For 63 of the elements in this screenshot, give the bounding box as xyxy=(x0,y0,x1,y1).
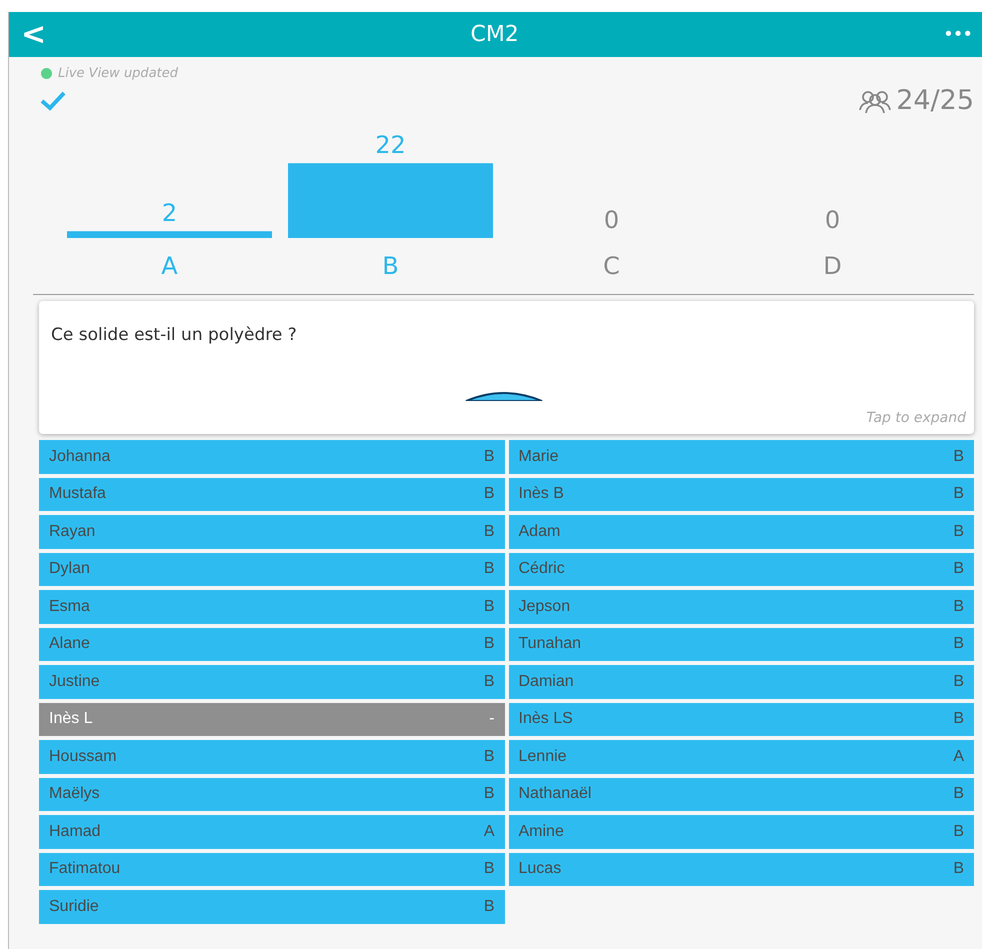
student-answer: B xyxy=(953,448,964,466)
student-name: Jepson xyxy=(518,598,570,616)
student-name: Tunahan xyxy=(518,635,582,654)
student-name: Dylan xyxy=(49,560,90,578)
question-text: Ce solide est-il un polyèdre ? xyxy=(50,324,298,345)
student-answer: B xyxy=(484,560,494,578)
student-answer: B xyxy=(484,748,494,766)
student-name: Houssam xyxy=(49,748,117,766)
student-answer: B xyxy=(484,672,494,691)
status-text: Live View updated xyxy=(58,66,178,81)
bar-value: 0 xyxy=(604,206,620,234)
student-name: Marie xyxy=(518,448,559,466)
student-answer: B xyxy=(953,560,964,578)
student-answer: B xyxy=(484,898,494,916)
bar-value: 0 xyxy=(824,206,840,234)
student-name: Suridie xyxy=(49,898,99,916)
student-name: Esma xyxy=(49,598,90,616)
student-answer: B xyxy=(953,710,964,728)
student-name: Justine xyxy=(49,672,100,691)
student-name: Inès L xyxy=(49,710,93,728)
category-label: A xyxy=(161,252,178,280)
student-answer: A xyxy=(953,748,964,766)
student-name: Lucas xyxy=(518,860,562,878)
student-name: Lennie xyxy=(518,748,567,766)
bar-value: 22 xyxy=(375,131,406,160)
student-answer: B xyxy=(953,635,964,654)
window-title: CM2 xyxy=(470,22,519,47)
category-label: D xyxy=(823,252,842,280)
student-name: Alane xyxy=(49,635,90,654)
student-name: Cédric xyxy=(518,560,565,578)
student-name: Rayan xyxy=(49,522,96,541)
expand-hint: Tap to expand xyxy=(866,410,966,426)
student-name: Amine xyxy=(518,822,564,841)
student-name: Hamad xyxy=(49,822,101,841)
bar-value: 2 xyxy=(162,199,178,228)
student-name: Inès LS xyxy=(518,710,573,728)
student-answer: B xyxy=(953,860,964,878)
student-name: Nathanaël xyxy=(518,785,592,804)
student-name: Johanna xyxy=(49,448,110,466)
student-answer: B xyxy=(953,785,964,804)
student-answer: B xyxy=(484,860,494,878)
participant-count: 24/25 xyxy=(896,85,974,116)
category-label: C xyxy=(603,252,620,280)
student-name: Damian xyxy=(518,672,574,691)
category-label: B xyxy=(382,252,399,280)
student-answer: A xyxy=(484,822,494,841)
student-name: Mustafa xyxy=(49,485,106,504)
student-name: Fatimatou xyxy=(49,860,120,878)
student-answer: B xyxy=(953,598,964,616)
student-answer: B xyxy=(484,522,494,541)
student-name: Inès B xyxy=(518,485,564,504)
student-answer: B xyxy=(484,485,494,504)
student-answer: B xyxy=(484,635,494,654)
student-name: Adam xyxy=(518,522,560,541)
student-answer: B xyxy=(484,598,494,616)
student-answer: B xyxy=(953,672,964,691)
student-answer: B xyxy=(953,822,964,841)
student-name: Maëlys xyxy=(49,785,100,804)
student-answer: B xyxy=(484,448,494,466)
student-answer: B xyxy=(953,485,964,504)
student-answer: - xyxy=(489,710,494,728)
student-answer: B xyxy=(484,785,494,804)
student-answer: B xyxy=(953,522,964,541)
